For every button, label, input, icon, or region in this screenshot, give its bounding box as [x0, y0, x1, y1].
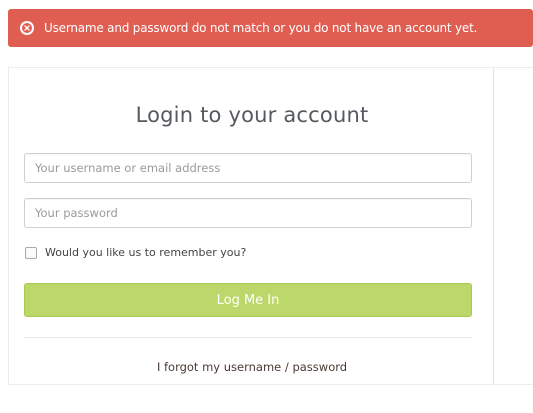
username-input[interactable]	[24, 153, 472, 183]
error-icon	[20, 21, 34, 35]
divider	[24, 337, 472, 338]
forgot-separator: /	[281, 360, 293, 374]
page-title: Login to your account	[135, 103, 369, 127]
side-panel	[493, 67, 533, 385]
login-button[interactable]: Log Me In	[24, 283, 472, 317]
forgot-password-link[interactable]: password	[292, 360, 347, 374]
login-button-label: Log Me In	[216, 292, 280, 308]
forgot-credentials: I forgot my username / password	[9, 360, 495, 374]
password-input[interactable]	[24, 198, 472, 228]
error-message: Username and password do not match or yo…	[44, 21, 478, 35]
remember-label: Would you like us to remember you?	[45, 246, 247, 259]
login-panel: Login to your account Would you like us …	[8, 67, 494, 385]
remember-checkbox[interactable]	[25, 246, 37, 259]
forgot-username-link[interactable]: username	[224, 360, 282, 374]
error-alert: Username and password do not match or yo…	[8, 9, 533, 47]
remember-me[interactable]: Would you like us to remember you?	[25, 246, 246, 259]
forgot-prefix: I forgot my	[156, 360, 224, 374]
